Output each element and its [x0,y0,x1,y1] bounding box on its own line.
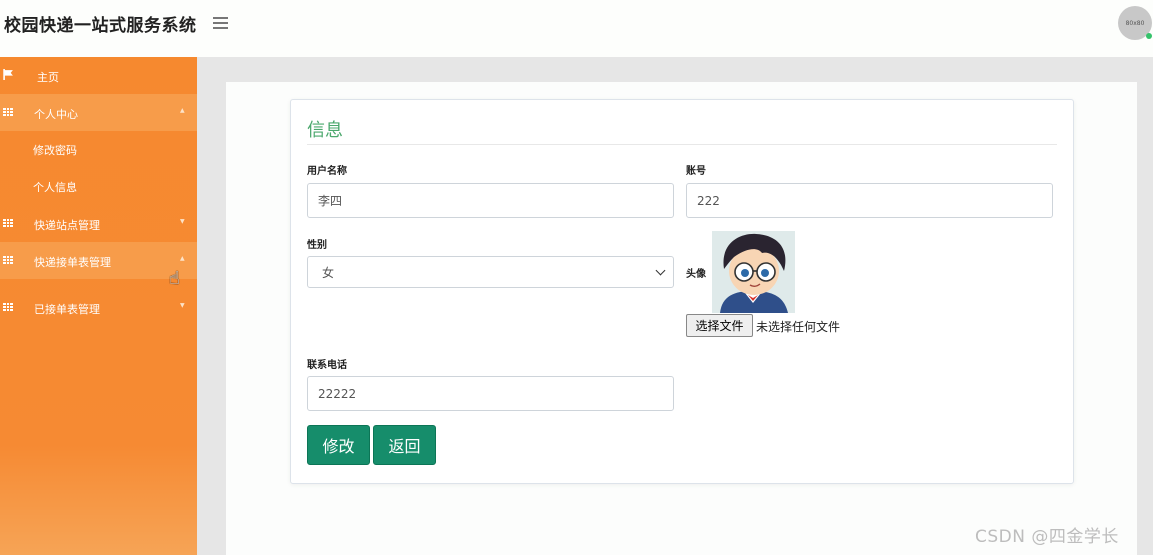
flag-icon [3,69,13,80]
sidebar-item-accepted-order[interactable]: 已接单表管理 ▼ [0,289,197,326]
app-title: 校园快递一站式服务系统 [4,16,197,36]
phone-input[interactable]: 22222 [307,376,674,411]
sidebar-item-label: 个人信息 [33,180,77,194]
grid-icon [3,219,13,227]
sidebar-item-label: 个人中心 [34,108,78,121]
sidebar-item-home[interactable]: 主页 [0,57,197,94]
grid-icon [3,303,13,311]
chevron-up-icon: ▲ [180,107,185,114]
username-label: 用户名称 [307,166,347,177]
sidebar-item-label: 主页 [37,71,59,84]
menu-toggle-icon[interactable] [213,14,231,30]
sidebar-item-personal-info[interactable]: 个人信息 [0,168,197,205]
chevron-down-icon: ▼ [180,218,185,225]
gender-select[interactable]: 女 [307,256,674,288]
gender-label: 性别 [307,240,327,251]
avatar-image [712,231,795,313]
chevron-down-icon [655,265,666,276]
modify-button[interactable]: 修改 [307,425,370,465]
title-divider [307,144,1057,145]
username-input[interactable]: 李四 [307,183,674,218]
account-label: 账号 [686,166,706,177]
sidebar-item-label: 快递站点管理 [34,219,100,232]
sidebar-item-personal-center[interactable]: 个人中心 ▲ [0,94,197,131]
watermark: CSDN @四金学长 [975,527,1119,547]
online-status-dot [1146,33,1152,39]
cartoon-boy-icon [712,231,795,313]
top-bar: 校园快递一站式服务系统 80x80 [0,0,1153,57]
sidebar-item-label: 快递接单表管理 [34,256,111,269]
grid-icon [3,108,13,116]
chevron-up-icon: ▲ [180,255,185,262]
sidebar-item-change-password[interactable]: 修改密码 [0,131,197,168]
sidebar-item-label: 已接单表管理 [34,303,100,316]
choose-file-button[interactable]: 选择文件 [686,314,753,337]
chevron-down-icon: ▼ [180,302,185,309]
phone-label: 联系电话 [307,360,347,371]
back-button[interactable]: 返回 [373,425,436,465]
sidebar-item-label: 修改密码 [33,143,77,157]
file-status-text: 未选择任何文件 [756,320,841,334]
grid-icon [3,256,13,264]
sidebar: 主页 个人中心 ▲ 修改密码 个人信息 快递站点管理 ▼ 快递接单表管理 ▲ 已… [0,57,197,555]
sidebar-item-express-station[interactable]: 快递站点管理 ▼ [0,205,197,242]
avatar[interactable]: 80x80 [1118,6,1152,40]
avatar-label: 头像 [686,269,706,280]
info-form-card: 信息 用户名称 李四 账号 222 性别 女 头像 选择文件 未选择任何文件 联… [290,99,1074,484]
page-title: 信息 [307,120,343,141]
avatar-placeholder-text: 80x80 [1125,19,1145,27]
gender-selected-value: 女 [322,265,335,280]
sidebar-item-express-order[interactable]: 快递接单表管理 ▲ [0,242,197,279]
account-input[interactable]: 222 [686,183,1053,218]
